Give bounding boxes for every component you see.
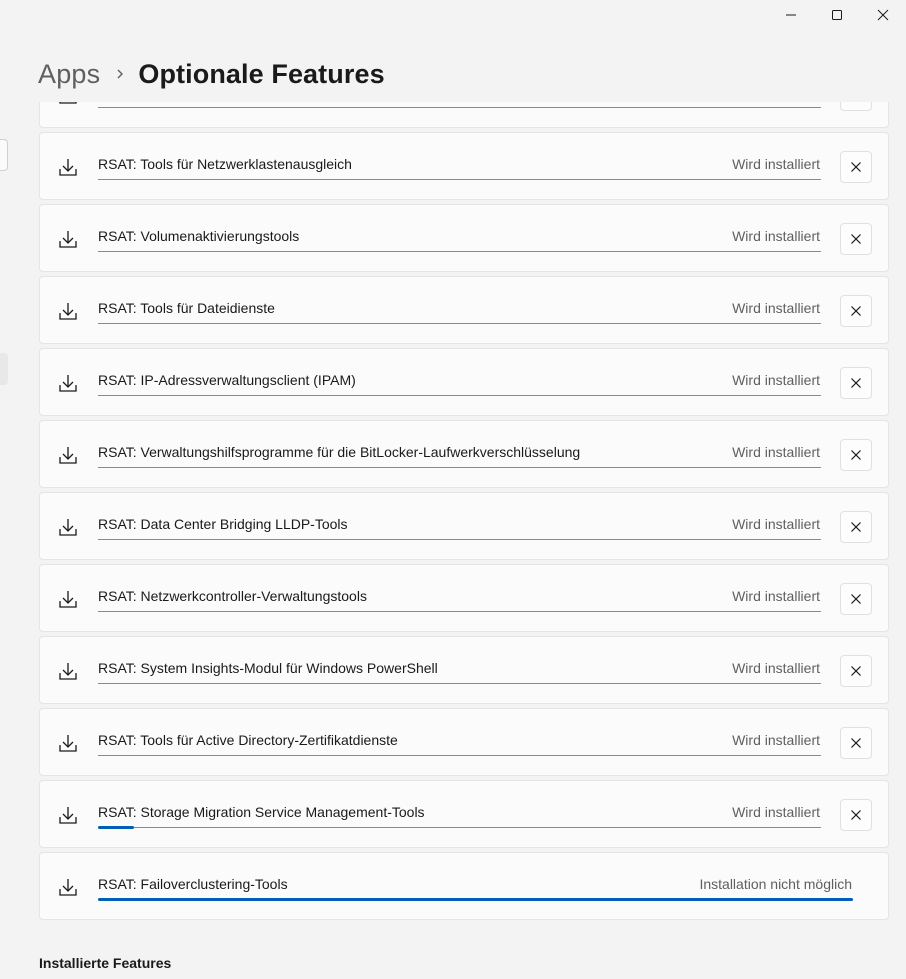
download-icon xyxy=(58,877,78,897)
feature-item: RSAT: Data Center Bridging LLDP-Tools Wi… xyxy=(39,492,889,560)
close-icon xyxy=(851,450,861,460)
feature-name: RSAT: System Insights-Modul für Windows … xyxy=(98,660,438,676)
feature-name: RSAT: Storage Migration Service Manageme… xyxy=(98,804,425,820)
download-icon xyxy=(58,373,78,393)
close-icon xyxy=(851,522,861,532)
cancel-install-button[interactable] xyxy=(840,655,872,687)
maximize-button[interactable] xyxy=(814,0,860,30)
window-caption xyxy=(768,0,906,30)
download-icon xyxy=(58,805,78,825)
download-icon xyxy=(58,301,78,321)
progress-fill xyxy=(98,826,135,829)
feature-item: RSAT: IP-Adressverwaltungsclient (IPAM) … xyxy=(39,348,889,416)
feature-item xyxy=(39,102,889,128)
progress-bar xyxy=(98,251,821,252)
cancel-install-button[interactable] xyxy=(840,439,872,471)
feature-status: Wird installiert xyxy=(732,444,820,460)
maximize-icon xyxy=(832,10,842,20)
feature-status: Wird installiert xyxy=(732,588,820,604)
feature-item: RSAT: Failoverclustering-Tools Installat… xyxy=(39,852,889,920)
feature-item: RSAT: Verwaltungshilfsprogramme für die … xyxy=(39,420,889,488)
cancel-install-button[interactable] xyxy=(840,367,872,399)
download-icon xyxy=(58,229,78,249)
feature-name: RSAT: Tools für Dateidienste xyxy=(98,300,275,316)
feature-item: RSAT: Tools für Dateidienste Wird instal… xyxy=(39,276,889,344)
feature-name: RSAT: Volumenaktivierungstools xyxy=(98,228,300,244)
feature-status: Wird installiert xyxy=(732,516,820,532)
feature-status: Wird installiert xyxy=(732,804,820,820)
feature-name: RSAT: Netzwerkcontroller-Verwaltungstool… xyxy=(98,588,367,604)
feature-item: RSAT: Storage Migration Service Manageme… xyxy=(39,780,889,848)
cancel-install-button[interactable] xyxy=(840,223,872,255)
breadcrumb: Apps Optionale Features xyxy=(38,56,385,92)
feature-status: Wird installiert xyxy=(732,228,820,244)
download-icon xyxy=(58,102,78,105)
close-icon xyxy=(851,306,861,316)
progress-bar xyxy=(98,539,821,540)
close-icon xyxy=(851,738,861,748)
progress-fill xyxy=(98,898,853,901)
feature-name: RSAT: IP-Adressverwaltungsclient (IPAM) xyxy=(98,372,356,388)
page-title: Optionale Features xyxy=(138,58,385,89)
progress-bar xyxy=(98,683,821,684)
installed-features-heading: Installierte Features xyxy=(39,955,172,971)
cancel-install-button[interactable] xyxy=(840,511,872,543)
feature-status: Wird installiert xyxy=(732,732,820,748)
feature-name: RSAT: Tools für Active Directory-Zertifi… xyxy=(98,732,398,748)
close-icon xyxy=(851,162,861,172)
download-icon xyxy=(58,445,78,465)
download-icon xyxy=(58,517,78,537)
progress-bar xyxy=(98,395,821,396)
cancel-install-button[interactable] xyxy=(840,583,872,615)
minimize-button[interactable] xyxy=(768,0,814,30)
cancel-install-button[interactable] xyxy=(840,151,872,183)
feature-status: Wird installiert xyxy=(732,156,820,172)
close-window-button[interactable] xyxy=(860,0,906,30)
feature-item: RSAT: Netzwerkcontroller-Verwaltungstool… xyxy=(39,564,889,632)
chevron-right-icon xyxy=(116,68,124,80)
cancel-install-button[interactable] xyxy=(840,799,872,831)
feature-list-viewport[interactable]: RSAT: Tools für Netzwerklastenausgleich … xyxy=(39,102,889,922)
breadcrumb-apps-link[interactable]: Apps xyxy=(38,59,100,90)
download-icon xyxy=(58,733,78,753)
feature-list: RSAT: Tools für Netzwerklastenausgleich … xyxy=(39,102,889,922)
progress-bar xyxy=(98,755,821,756)
minimize-icon xyxy=(786,14,796,16)
feature-item: RSAT: System Insights-Modul für Windows … xyxy=(39,636,889,704)
feature-item: RSAT: Tools für Active Directory-Zertifi… xyxy=(39,708,889,776)
feature-status: Wird installiert xyxy=(732,300,820,316)
progress-bar xyxy=(98,107,821,108)
close-icon xyxy=(851,666,861,676)
progress-bar xyxy=(98,898,853,901)
download-icon xyxy=(58,157,78,177)
nav-pane-selected-item-fragment[interactable] xyxy=(0,353,8,385)
progress-bar xyxy=(98,826,821,829)
cancel-install-button[interactable] xyxy=(840,102,872,111)
close-icon xyxy=(877,9,889,21)
feature-status: Wird installiert xyxy=(732,660,820,676)
feature-status: Wird installiert xyxy=(732,372,820,388)
feature-name: RSAT: Verwaltungshilfsprogramme für die … xyxy=(98,444,581,460)
feature-item: RSAT: Tools für Netzwerklastenausgleich … xyxy=(39,132,889,200)
feature-name: RSAT: Failoverclustering-Tools xyxy=(98,876,288,892)
cancel-install-button[interactable] xyxy=(840,727,872,759)
download-icon xyxy=(58,661,78,681)
close-icon xyxy=(851,378,861,388)
progress-bar xyxy=(98,179,821,180)
close-icon xyxy=(851,810,861,820)
feature-item: RSAT: Volumenaktivierungstools Wird inst… xyxy=(39,204,889,272)
close-icon xyxy=(851,594,861,604)
download-icon xyxy=(58,589,78,609)
cancel-install-button[interactable] xyxy=(840,295,872,327)
feature-name: RSAT: Data Center Bridging LLDP-Tools xyxy=(98,516,348,532)
feature-name: RSAT: Tools für Netzwerklastenausgleich xyxy=(98,156,352,172)
nav-pane-search-fragment[interactable] xyxy=(0,139,8,171)
progress-bar xyxy=(98,467,821,468)
close-icon xyxy=(851,234,861,244)
feature-status: Installation nicht möglich xyxy=(699,876,852,892)
progress-bar xyxy=(98,611,821,612)
progress-bar xyxy=(98,323,821,324)
